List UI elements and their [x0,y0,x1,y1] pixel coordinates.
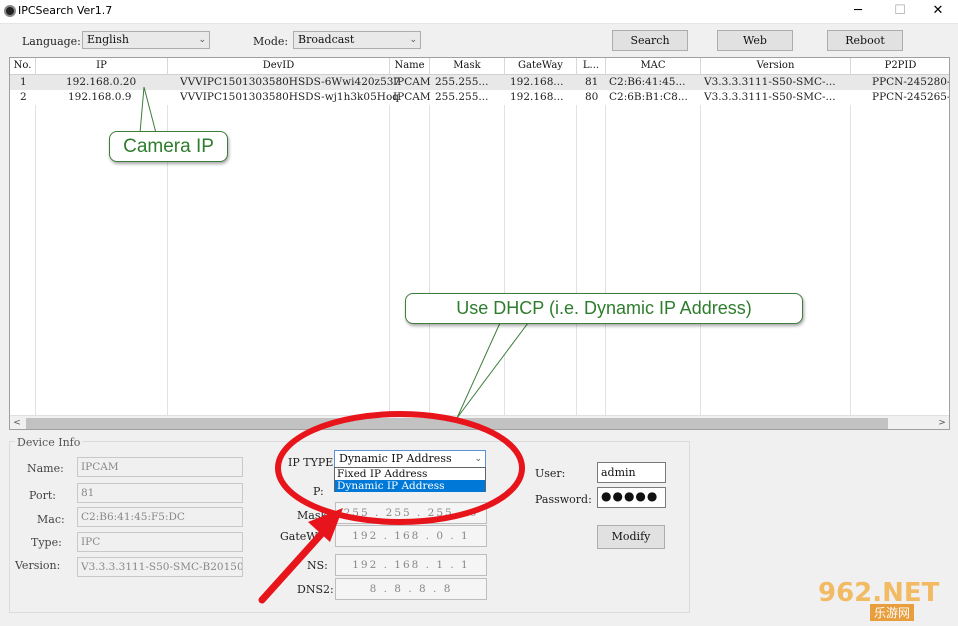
highlight-ring [275,411,525,525]
camera-ip-callout: Camera IP [109,131,228,162]
dhcp-callout: Use DHCP (i.e. Dynamic IP Address) [405,293,803,324]
camera-ip-callout-pointer [139,86,157,134]
dhcp-callout-pointer [456,322,529,419]
watermark-logo: 962.NET 乐游网 [818,578,952,622]
watermark-sub: 乐游网 [870,604,915,621]
red-arrow-shaft [258,526,329,604]
